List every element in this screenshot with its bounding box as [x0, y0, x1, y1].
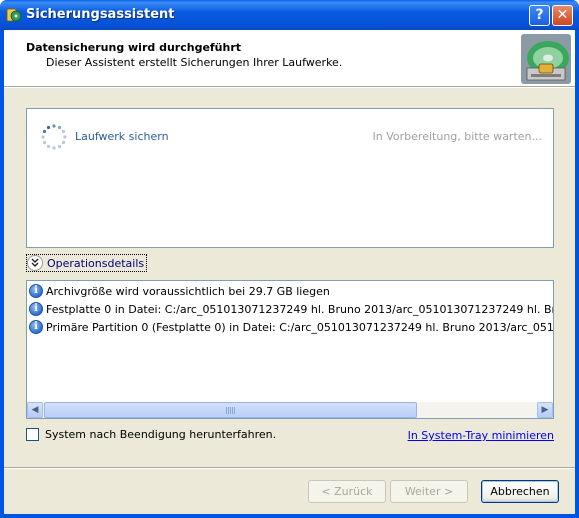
- task-status: In Vorbereitung, bitte warten...: [372, 130, 542, 143]
- help-icon[interactable]: ?: [529, 5, 550, 26]
- header-divider: [4, 87, 575, 88]
- cancel-button[interactable]: Abbrechen: [481, 480, 559, 503]
- wizard-header: Datensicherung wird durchgeführt Dieser …: [4, 30, 575, 87]
- busy-spinner-icon: [41, 124, 67, 150]
- title-bar[interactable]: Sicherungsassistent ? ✕: [0, 0, 579, 30]
- log-text: Primäre Partition 0 (Festplatte 0) in Da…: [46, 320, 553, 334]
- operation-log[interactable]: i Archivgröße wird voraussichtlich bei 2…: [26, 280, 554, 419]
- info-icon: i: [29, 284, 43, 298]
- list-item[interactable]: i Archivgröße wird voraussichtlich bei 2…: [29, 282, 553, 300]
- scroll-thumb[interactable]: [44, 402, 417, 418]
- list-item[interactable]: i Primäre Partition 0 (Festplatte 0) in …: [29, 318, 553, 336]
- grip-icon: [226, 407, 236, 414]
- info-icon: i: [29, 320, 43, 334]
- close-icon[interactable]: ✕: [552, 5, 573, 26]
- window-title: Sicherungsassistent: [26, 7, 175, 22]
- log-list: i Archivgröße wird voraussichtlich bei 2…: [27, 281, 553, 401]
- horizontal-scrollbar[interactable]: ◀ ▶: [27, 402, 553, 418]
- page-title: Datensicherung wird durchgeführt: [26, 41, 242, 54]
- list-item[interactable]: i Festplatte 0 in Datei: C:/arc_05101307…: [29, 300, 553, 318]
- dialog-body: Datensicherung wird durchgeführt Dieser …: [4, 30, 575, 514]
- scroll-right-icon[interactable]: ▶: [537, 402, 553, 418]
- operations-details-label: Operationsdetails: [47, 256, 145, 270]
- task-label: Laufwerk sichern: [75, 130, 169, 143]
- chevron-down-icon: [27, 255, 43, 271]
- log-text: Archivgröße wird voraussichtlich bei 29.…: [46, 284, 330, 298]
- backup-disk-logo: [521, 34, 571, 84]
- next-button[interactable]: Weiter >: [390, 480, 468, 503]
- minimize-to-tray-link[interactable]: In System-Tray minimieren: [408, 429, 554, 442]
- page-subtitle: Dieser Assistent erstellt Sicherungen Ih…: [46, 56, 343, 69]
- footer-divider: [4, 467, 575, 469]
- app-icon: [6, 8, 22, 22]
- wizard-window: Sicherungsassistent ? ✕ Datensicherung w…: [0, 0, 579, 518]
- shutdown-checkbox[interactable]: [26, 428, 39, 441]
- operations-details-toggle[interactable]: Operationsdetails: [26, 254, 148, 272]
- progress-panel: Laufwerk sichern In Vorbereitung, bitte …: [26, 108, 554, 248]
- log-text: Festplatte 0 in Datei: C:/arc_0510130712…: [46, 302, 553, 316]
- shutdown-label: System nach Beendigung herunterfahren.: [45, 428, 277, 441]
- scroll-left-icon[interactable]: ◀: [27, 402, 43, 418]
- shutdown-option[interactable]: System nach Beendigung herunterfahren.: [26, 428, 276, 441]
- back-button[interactable]: < Zurück: [308, 480, 386, 503]
- info-icon: i: [29, 302, 43, 316]
